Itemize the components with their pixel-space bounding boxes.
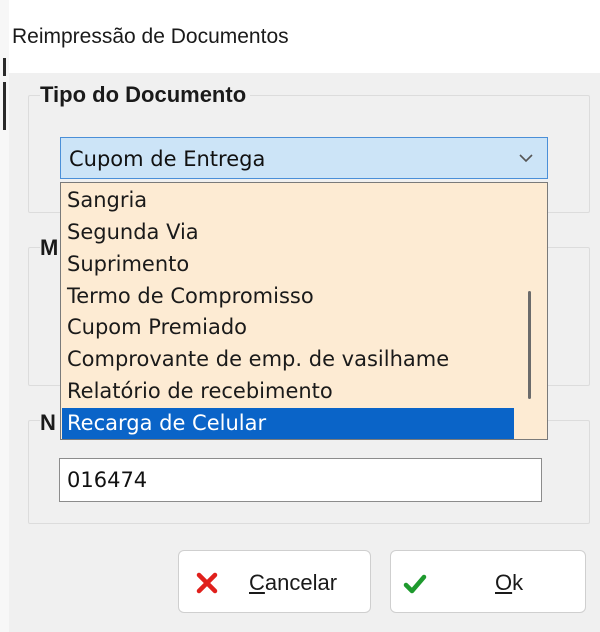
ok-button[interactable]: Ok [390,550,586,613]
cancel-button-label: Cancelar [249,570,338,595]
chevron-down-icon[interactable] [517,146,535,168]
list-item[interactable]: Cupom Premiado [62,312,514,343]
list-item[interactable]: Sangria [62,185,514,216]
ok-button-label: Ok [495,570,524,595]
cancel-button[interactable]: Cancelar [178,550,371,613]
tipo-documento-combobox[interactable]: Cupom de Entrega [60,137,548,179]
list-item[interactable]: Suprimento [62,249,514,280]
combobox-selected-value: Cupom de Entrega [69,147,266,171]
title-bar[interactable]: Reimpressão de Documentos [9,0,600,73]
tipo-documento-dropdown-list[interactable]: Sangria Segunda Via Suprimento Termo de … [60,182,548,440]
red-x-icon [196,572,218,594]
green-check-icon [403,574,427,594]
list-item[interactable]: Segunda Via [62,217,514,248]
list-item[interactable]: Comprovante de emp. de vasilhame [62,344,514,375]
group-label-second: M [40,235,63,261]
scrollbar-thumb[interactable] [528,291,531,399]
list-item[interactable]: Relatório de recebimento [62,376,514,407]
dialog-window: Reimpressão de Documentos Tipo do Docume… [0,0,600,632]
window-title: Reimpressão de Documentos [12,25,289,48]
list-item[interactable]: Termo de Compromisso [62,281,514,312]
numero-documento-input[interactable]: 016474 [59,458,542,502]
group-label-numero: N [40,410,60,436]
group-label-tipo-documento: Tipo do Documento [40,82,251,108]
list-scrollbar[interactable] [514,184,546,438]
list-item-selected[interactable]: Recarga de Celular [62,408,514,439]
